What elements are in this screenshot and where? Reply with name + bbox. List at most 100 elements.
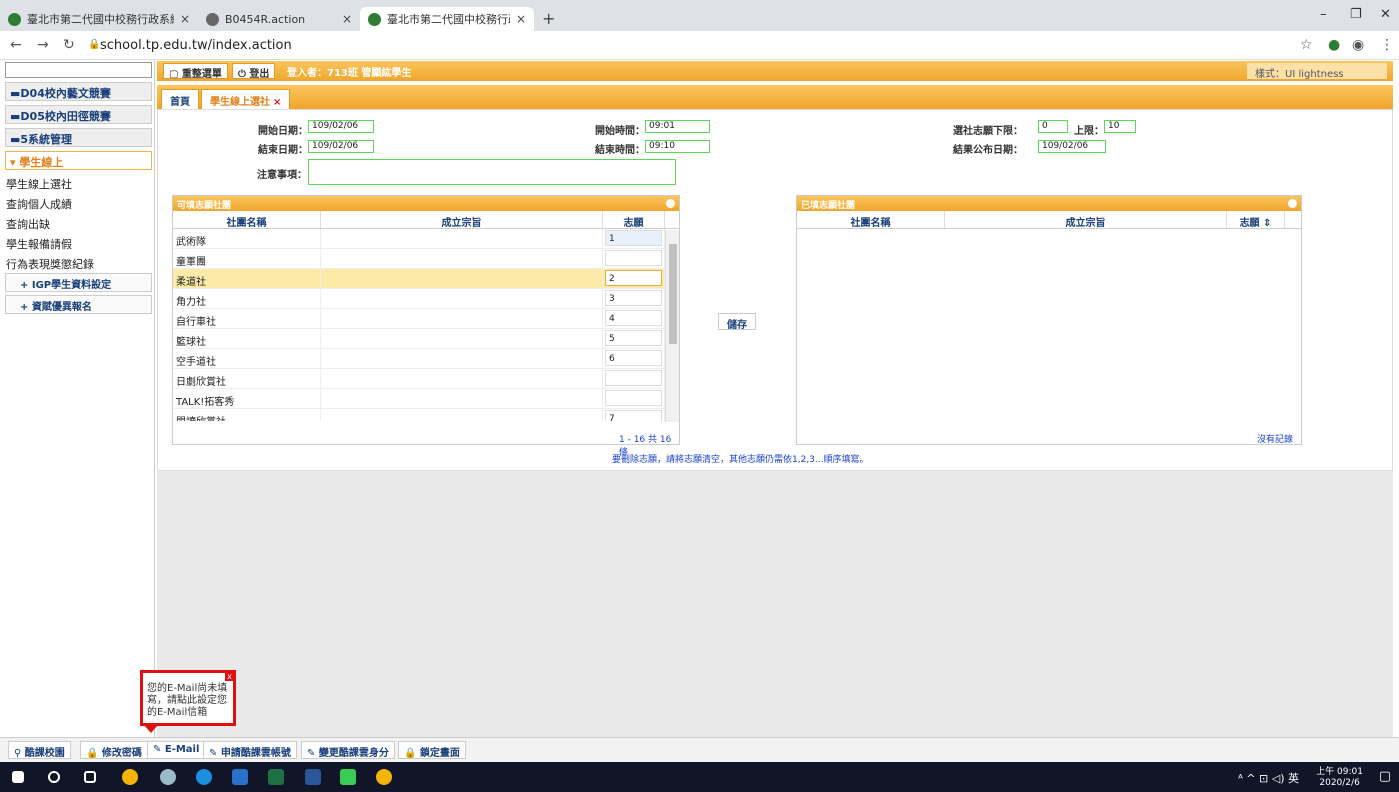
end-date-field[interactable]: 109/02/06 [308,140,374,153]
extension-icon[interactable]: ● [1328,37,1340,53]
apply-cooc-account-button[interactable]: ✎ 申請酷課雲帳號 [203,741,297,759]
volunteer-input[interactable] [605,250,662,266]
excel-icon[interactable] [268,769,284,785]
column-header-purpose[interactable]: 成立宗旨 [321,211,603,229]
volunteer-input[interactable]: 7 [605,410,662,421]
sidebar-item-leave[interactable]: 學生報備請假 [6,236,72,252]
line-icon[interactable] [340,769,356,785]
table-row[interactable]: 童軍團 [173,249,679,269]
maximize-icon[interactable]: ❐ [1350,7,1362,22]
sidebar-item-grades[interactable]: 查詢個人成績 [6,196,72,212]
club-purpose-cell [321,229,603,248]
style-selector[interactable]: 樣式：UI lightness [1247,63,1387,80]
bookmark-star-icon[interactable]: ☆ [1300,37,1313,53]
chrome-icon[interactable] [376,769,392,785]
table-row[interactable]: 柔道社 2 [173,269,679,289]
volunteer-input[interactable] [605,390,662,406]
table-row[interactable]: 自行車社 4 [173,309,679,329]
volunteer-input[interactable]: 5 [605,330,662,346]
change-cooc-identity-button[interactable]: ✎ 變更酷課雲身分 [301,741,395,759]
min-field[interactable]: 0 [1038,120,1068,133]
browser-tab-1[interactable]: 臺北市第二代國中校務行政系統 × [0,7,198,31]
change-password-button[interactable]: 🔒 修改密碼 [80,741,148,759]
notification-icon[interactable]: ▢ [1379,769,1391,784]
sidebar-folder-d04[interactable]: ▬D04校內藝文競賽 [5,82,152,101]
table-row[interactable]: 籃球社 5 [173,329,679,349]
windows-start-icon[interactable] [12,771,24,783]
close-icon[interactable]: × [180,12,190,26]
logout-button[interactable]: ⏻ 登出 [232,63,276,80]
reload-icon[interactable]: ↻ [63,37,75,53]
task-view-icon[interactable] [84,771,96,783]
menu-icon[interactable]: ⋮ [1380,37,1394,53]
sidebar-folder-d05[interactable]: ▬D05校內田徑競賽 [5,105,152,124]
back-icon[interactable]: ← [10,37,22,53]
tab-club-selection[interactable]: 學生線上選社 × [201,89,291,109]
start-time-field[interactable]: 09:01 [645,120,710,133]
clock[interactable]: 上午 09:01 2020/2/6 [1316,767,1363,789]
end-time-field[interactable]: 09:10 [645,140,710,153]
start-date-field[interactable]: 109/02/06 [308,120,374,133]
tab-home[interactable]: 首頁 [161,89,199,109]
popup-text[interactable]: 您的E-Mail尚未填寫，請點此設定您的E-Mail信箱 [147,683,227,718]
lock-screen-button[interactable]: 🔒 鎖定畫面 [398,741,466,759]
collapse-icon[interactable] [666,199,675,208]
sidebar-item-conduct[interactable]: 行為表現獎懲紀錄 [6,256,94,272]
ie-icon[interactable] [160,769,176,785]
sidebar-item-gifted[interactable]: + 資賦優異報名 [5,295,152,314]
table-row[interactable]: 日劇欣賞社 [173,369,679,389]
email-notice-popup[interactable]: x 您的E-Mail尚未填寫，請點此設定您的E-Mail信箱 [140,670,236,726]
reload-menu-button[interactable]: ▢ 重整選單 [163,63,228,80]
close-icon[interactable]: × [273,97,281,108]
column-header-volunteer[interactable]: 志願 [603,211,665,229]
close-icon[interactable]: × [516,12,526,26]
column-header-name[interactable]: 社團名稱 [173,211,321,229]
column-header-purpose[interactable]: 成立宗旨 [945,211,1227,229]
table-row[interactable]: 武術隊 1 [173,229,679,249]
volunteer-input[interactable]: 3 [605,290,662,306]
sidebar-folder-student-online[interactable]: ▾ 學生線上 [5,151,152,170]
url-field[interactable]: school.tp.edu.tw/index.action [100,38,292,53]
max-field[interactable]: 10 [1104,120,1136,133]
save-button[interactable]: 儲存 [718,313,756,331]
volunteer-input[interactable] [605,370,662,386]
volunteer-input[interactable]: 4 [605,310,662,326]
word-icon[interactable] [305,769,321,785]
sidebar-search-input[interactable] [5,62,152,78]
system-tray[interactable]: ᴬ ^ ⊡ ◁) 英 [1238,770,1299,786]
collapse-icon[interactable] [1288,199,1297,208]
scrollbar-thumb[interactable] [669,244,677,344]
table-row[interactable]: 閱讀欣賞社 7 [173,409,679,421]
volunteer-input[interactable]: 6 [605,350,662,366]
cooc-campus-button[interactable]: ⚲ 酷課校園 [8,741,71,759]
profile-icon[interactable]: ◉ [1352,37,1364,53]
publish-date-field[interactable]: 109/02/06 [1038,140,1106,153]
table-row[interactable]: 空手道社 6 [173,349,679,369]
search-icon[interactable] [48,771,60,783]
sidebar-item-attendance[interactable]: 查詢出缺 [6,216,50,232]
volunteer-input[interactable]: 1 [605,230,662,246]
close-icon[interactable]: × [342,12,352,26]
browser-tab-2[interactable]: B0454R.action × [198,7,360,31]
volunteer-input[interactable]: 2 [605,270,662,286]
table-row[interactable]: 角力社 3 [173,289,679,309]
grid-scrollbar[interactable] [665,230,679,422]
close-icon[interactable]: x [225,672,234,681]
column-header-volunteer[interactable]: 志願 ⇕ [1227,211,1285,229]
lock-icon[interactable]: 🔒 [88,39,100,50]
email-button[interactable]: ✎ E-Mail [147,741,206,759]
file-explorer-icon[interactable] [232,769,248,785]
sidebar-item-igp[interactable]: + IGP學生資料設定 [5,273,152,292]
forward-icon[interactable]: → [37,37,49,53]
sidebar-folder-system[interactable]: ▬5系統管理 [5,128,152,147]
table-row[interactable]: TALK!拓客秀 [173,389,679,409]
new-tab-button[interactable]: + [542,9,555,28]
note-textarea[interactable] [308,159,676,185]
window-close-icon[interactable]: ✕ [1380,7,1391,22]
edge-icon[interactable] [196,769,212,785]
chrome-icon[interactable] [122,769,138,785]
browser-tab-3[interactable]: 臺北市第二代國中校務行政系統 × [360,7,534,31]
column-header-name[interactable]: 社團名稱 [797,211,945,229]
minimize-icon[interactable]: – [1320,7,1327,22]
sidebar-item-club-selection[interactable]: 學生線上選社 [6,176,72,192]
